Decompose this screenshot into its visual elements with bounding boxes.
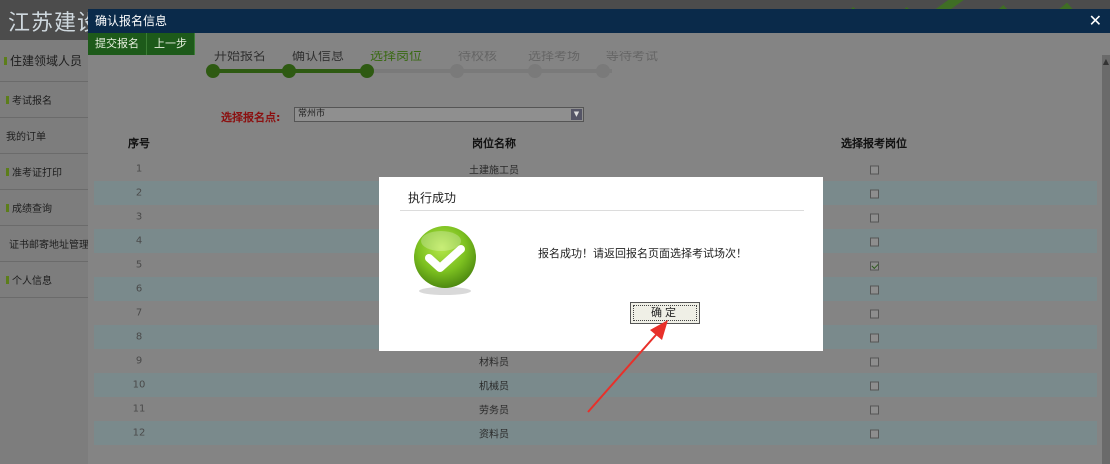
sidebar-marker-icon xyxy=(6,203,9,212)
step-label-start: 开始报名 xyxy=(214,51,267,64)
modal-title: 执行成功 xyxy=(408,191,457,205)
step-dot-active xyxy=(360,64,374,78)
row-no: 1 xyxy=(135,163,143,175)
sidebar-marker-icon xyxy=(6,167,9,176)
row-no: 3 xyxy=(135,211,143,223)
header-no: 序号 xyxy=(128,137,150,150)
vertical-scrollbar[interactable]: ▲ xyxy=(1102,55,1110,464)
window-title: 确认报名信息 xyxy=(95,14,168,28)
row-no: 7 xyxy=(135,307,143,319)
position-checkbox[interactable] xyxy=(869,189,879,198)
step-dot-future xyxy=(450,64,464,78)
close-icon[interactable]: ✕ xyxy=(1089,9,1102,33)
row-no: 11 xyxy=(132,403,146,415)
row-no: 9 xyxy=(135,355,143,367)
location-label: 选择报名点: xyxy=(221,111,281,124)
table-row: 10 机械员 xyxy=(94,373,1097,397)
sidebar-item-score-query[interactable]: 成绩查询 xyxy=(0,190,88,226)
step-dot-future xyxy=(528,64,542,78)
row-position-name: 材料员 xyxy=(479,357,509,369)
header-select-position: 选择报考岗位 xyxy=(841,137,907,150)
previous-step-button[interactable]: 上一步 xyxy=(147,33,195,55)
step-label-pending-check: 待校核 xyxy=(458,51,498,64)
row-position-name: 机械员 xyxy=(479,381,509,393)
chevron-down-icon[interactable]: ▼ xyxy=(571,109,582,120)
position-checkbox[interactable] xyxy=(869,429,879,438)
success-check-icon xyxy=(414,226,476,295)
row-no: 5 xyxy=(135,259,143,271)
position-checkbox[interactable] xyxy=(869,213,879,222)
position-checkbox[interactable] xyxy=(869,381,879,390)
location-select[interactable]: 常州市 ▼ xyxy=(294,107,584,122)
row-position-name: 土建施工员 xyxy=(469,165,519,177)
step-label-choose-position: 选择岗位 xyxy=(370,51,423,64)
scroll-up-icon[interactable]: ▲ xyxy=(1102,57,1110,66)
sidebar-item-label: 证书邮寄地址管理 xyxy=(9,240,88,251)
modal-divider xyxy=(400,210,804,211)
modal-message: 报名成功！请返回报名页面选择考试场次！ xyxy=(538,247,747,260)
row-no: 10 xyxy=(132,379,146,391)
table-row: 12 资料员 xyxy=(94,421,1097,445)
sidebar-item-label: 准考证打印 xyxy=(12,168,62,179)
sidebar-item-label: 成绩查询 xyxy=(12,204,52,215)
table-row: 11 劳务员 xyxy=(94,397,1097,421)
sidebar-marker-icon xyxy=(6,275,9,284)
row-no: 12 xyxy=(132,427,146,439)
window-toolbar: 提交报名 上一步 xyxy=(88,33,195,55)
position-checkbox[interactable] xyxy=(869,357,879,366)
row-position-name: 劳务员 xyxy=(479,405,509,417)
step-dot-future xyxy=(596,64,610,78)
sidebar-item-certificate-address[interactable]: 证书邮寄地址管理 xyxy=(0,226,88,262)
sidebar-item-admission-ticket[interactable]: 准考证打印 xyxy=(0,154,88,190)
position-checkbox[interactable] xyxy=(869,285,879,294)
sidebar: 住建领域人员 考试报名 我的订单 准考证打印 成绩查询 证书邮寄地址管理 个人信… xyxy=(0,40,88,464)
header-position-name: 岗位名称 xyxy=(472,137,516,150)
location-value: 常州市 xyxy=(298,109,326,119)
row-no: 2 xyxy=(135,187,143,199)
step-dot-done xyxy=(206,64,220,78)
step-dot-done xyxy=(282,64,296,78)
row-no: 6 xyxy=(135,283,143,295)
submit-registration-button[interactable]: 提交报名 xyxy=(88,33,147,55)
position-checkbox[interactable] xyxy=(869,405,879,414)
position-checkbox[interactable] xyxy=(869,165,879,174)
position-checkbox-checked[interactable] xyxy=(869,261,879,270)
sidebar-item-label: 我的订单 xyxy=(6,132,46,143)
row-no: 4 xyxy=(135,235,143,247)
table-row: 9 材料员 xyxy=(94,349,1097,373)
app-title: 江苏建设 xyxy=(8,11,101,36)
step-labels: 开始报名 确认信息 选择岗位 待校核 选择考场 等待考试 xyxy=(214,51,694,65)
row-no: 8 xyxy=(135,331,143,343)
window-titlebar: 确认报名信息 ✕ xyxy=(88,9,1110,33)
step-label-await-exam: 等待考试 xyxy=(606,51,659,64)
step-remaining-line xyxy=(372,69,612,73)
sidebar-item-label: 住建领域人员 xyxy=(10,54,83,68)
sidebar-item-my-orders[interactable]: 我的订单 xyxy=(0,118,88,154)
sidebar-item-personal-info[interactable]: 个人信息 xyxy=(0,262,88,298)
position-checkbox[interactable] xyxy=(869,333,879,342)
position-checkbox[interactable] xyxy=(869,237,879,246)
success-modal: 执行成功 报名成功！请返回报名页面选择考试场次！ 确定 xyxy=(379,177,823,351)
step-label-confirm: 确认信息 xyxy=(292,51,345,64)
sidebar-marker-icon xyxy=(4,56,7,65)
ok-button[interactable]: 确定 xyxy=(630,302,700,324)
sidebar-marker-icon xyxy=(6,95,9,104)
step-label-choose-venue: 选择考场 xyxy=(528,51,581,64)
position-checkbox[interactable] xyxy=(869,309,879,318)
sidebar-item-domain-personnel[interactable]: 住建领域人员 xyxy=(0,40,88,82)
sidebar-item-label: 考试报名 xyxy=(12,96,52,107)
sidebar-item-label: 个人信息 xyxy=(12,276,52,287)
sidebar-item-exam-registration[interactable]: 考试报名 xyxy=(0,82,88,118)
table-header: 序号 岗位名称 选择报考岗位 xyxy=(94,129,1097,157)
row-position-name: 资料员 xyxy=(479,429,509,441)
